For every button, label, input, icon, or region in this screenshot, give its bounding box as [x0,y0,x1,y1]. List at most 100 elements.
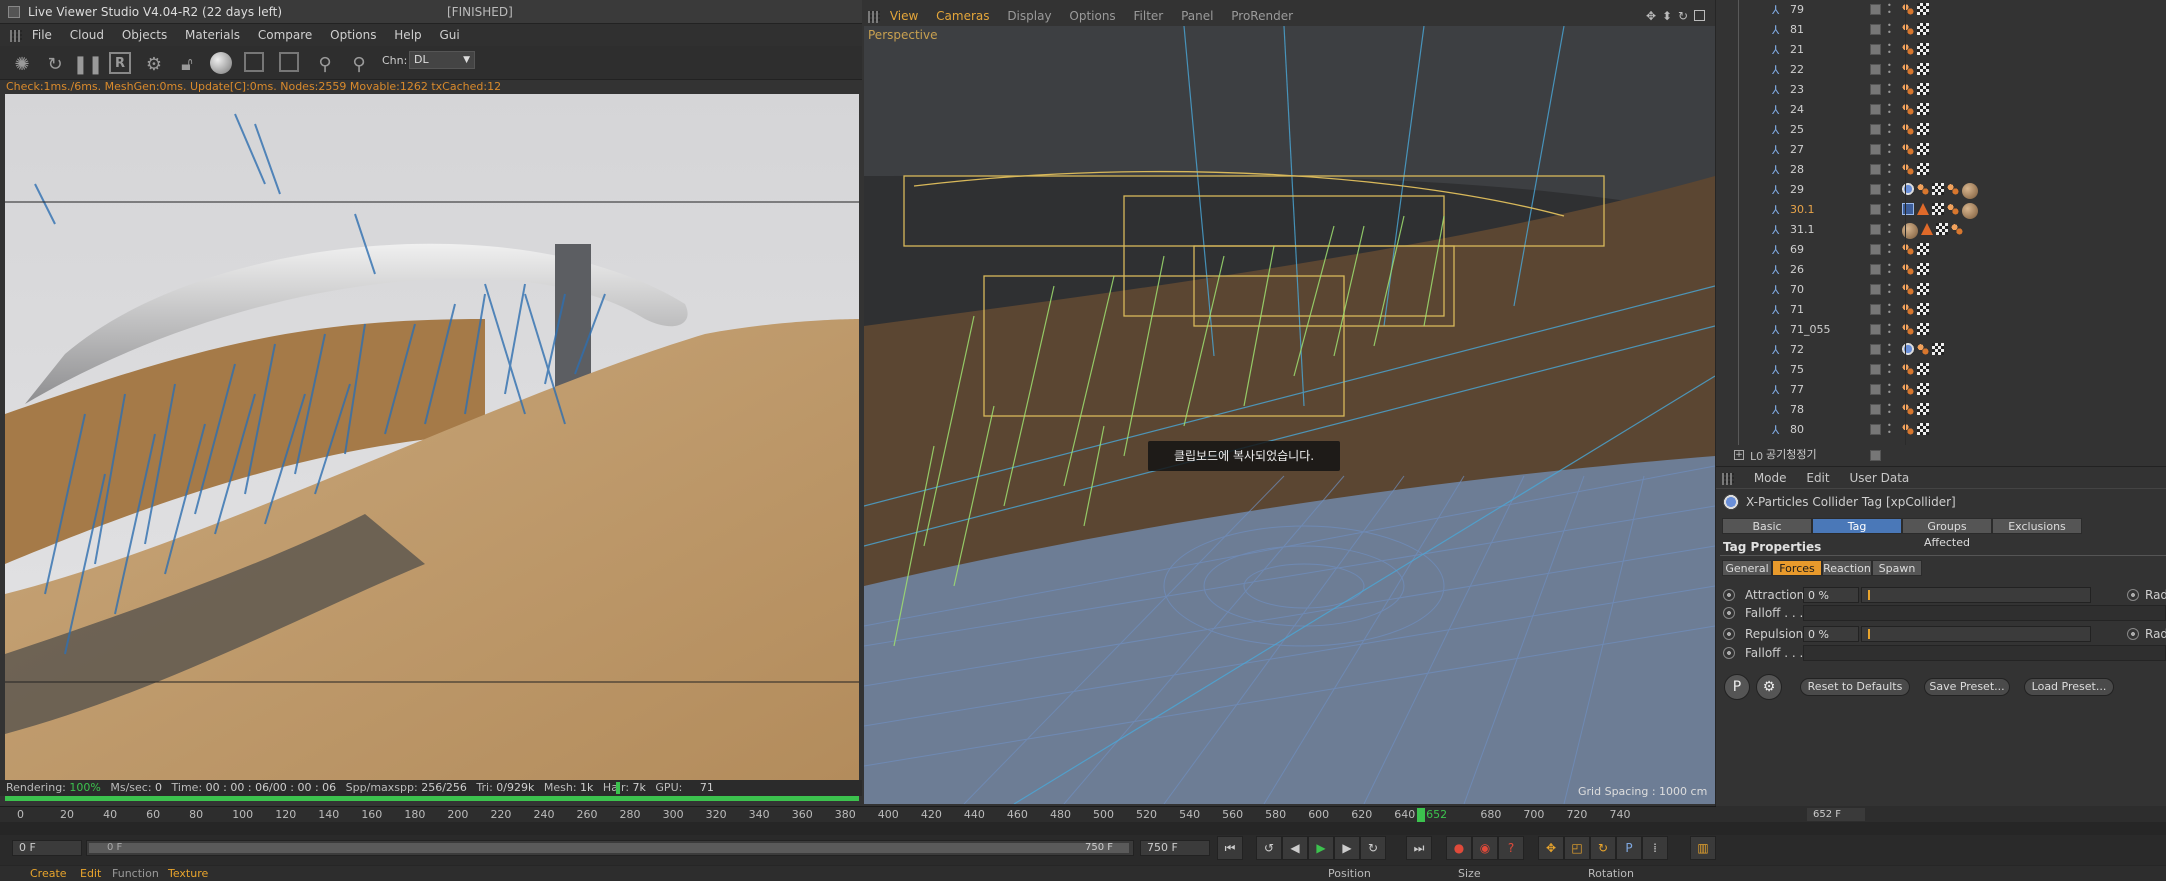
object-row[interactable]: ⅄ 81 • • [1716,20,2166,40]
orange-tag-icon[interactable] [1917,183,1929,195]
visibility-toggle[interactable] [1870,124,1881,135]
reset-defaults-button[interactable]: Reset to Defaults [1800,678,1910,696]
key-rotation-icon[interactable]: ↻ [1590,836,1616,860]
render-view[interactable] [5,94,859,780]
timeline-ruler[interactable]: 0 20 40 60 80 100 120 140 160 180 200 220 240 260 280 3… [0,806,1716,822]
object-row[interactable]: ⅄ 77 • • [1716,380,2166,400]
material-sphere-icon[interactable] [210,52,232,74]
key-pla-icon[interactable]: ⁞ [1642,836,1668,860]
render-visibility-dots[interactable]: • • [1887,142,1893,157]
object-row[interactable]: ⅄ 29 • • [1716,180,2166,200]
menu-gui[interactable]: Gui [439,28,459,42]
gear-icon[interactable]: ⚙ [142,52,166,76]
check-tag-icon[interactable] [1932,183,1944,195]
object-row[interactable]: ⅄ 71 • • [1716,300,2166,320]
object-row[interactable]: ⅄ 72 • • [1716,340,2166,360]
window-menu-icon[interactable] [8,6,20,18]
check-tag-icon[interactable] [1932,203,1944,215]
animate-radio[interactable] [1723,589,1735,601]
animate-radio[interactable] [1723,628,1735,640]
check-tag-icon[interactable] [1917,423,1929,435]
frame-small-icon[interactable] [279,52,299,72]
play-icon[interactable]: ▶ [1308,836,1334,860]
object-row[interactable]: ⅄ 27 • • [1716,140,2166,160]
render-visibility-dots[interactable]: • • [1887,22,1893,37]
render-visibility-dots[interactable]: • • [1887,362,1893,377]
object-row[interactable]: ⅄ 21 • • [1716,40,2166,60]
render-visibility-dots[interactable]: • • [1887,422,1893,437]
menu-user-data[interactable]: User Data [1849,471,1909,485]
ball-tag-icon[interactable] [1962,183,1978,199]
check-tag-icon[interactable] [1917,363,1929,375]
check-tag-icon[interactable] [1936,223,1948,235]
frame-icon[interactable] [244,52,264,72]
menu-mode[interactable]: Mode [1754,471,1787,485]
check-tag-icon[interactable] [1917,43,1929,55]
render-visibility-dots[interactable]: • • [1887,42,1893,57]
end-frame-field[interactable]: 750 F [1140,840,1210,856]
check-tag-icon[interactable] [1917,23,1929,35]
object-row[interactable]: ⅄ 22 • • [1716,60,2166,80]
menu-cloud[interactable]: Cloud [70,28,104,42]
visibility-toggle[interactable] [1870,344,1881,355]
render-visibility-dots[interactable]: • • [1887,302,1893,317]
pick-focus-icon[interactable]: ⚲ [347,52,371,76]
render-visibility-dots[interactable]: • • [1887,262,1893,277]
menu-texture[interactable]: Texture [168,866,208,881]
object-row[interactable]: ⅄ 69 • • [1716,240,2166,260]
key-scale-icon[interactable]: ◰ [1564,836,1590,860]
render-visibility-dots[interactable]: • • [1887,82,1893,97]
pick-material-icon[interactable]: ⚲ [313,52,337,76]
render-visibility-dots[interactable]: • • [1887,2,1893,17]
orange-tag-icon[interactable] [1902,103,1914,115]
xp-tag-icon[interactable] [1902,343,1914,355]
menu-options[interactable]: Options [1069,9,1115,23]
object-row[interactable]: ⅄ 78 • • [1716,400,2166,420]
previous-frame-icon[interactable]: ◀ [1282,836,1308,860]
render-visibility-dots[interactable]: • • [1887,322,1893,337]
visibility-toggle[interactable] [1870,364,1881,375]
render-visibility-dots[interactable]: • • [1887,222,1893,237]
tri-tag-icon[interactable] [1917,203,1929,215]
timeline-layout-icon[interactable]: ▥ [1690,836,1716,860]
orange-tag-icon[interactable] [1902,403,1914,415]
region-render-icon[interactable]: R [109,52,131,74]
orange-tag-icon[interactable] [1902,323,1914,335]
orange-tag-icon[interactable] [1902,83,1914,95]
rotate-view-icon[interactable]: ↻ [1678,6,1688,26]
start-frame-field[interactable]: 0 F [12,840,82,856]
go-to-end-icon[interactable]: ⏭ [1406,836,1432,860]
orange-tag-icon[interactable] [1902,423,1914,435]
visibility-toggle[interactable] [1870,304,1881,315]
visibility-toggle[interactable] [1870,144,1881,155]
xpsel-tag-icon[interactable] [1902,203,1914,215]
expand-icon[interactable]: + [1734,450,1744,460]
visibility-toggle[interactable] [1870,24,1881,35]
visibility-toggle[interactable] [1870,84,1881,95]
object-row[interactable]: ⅄ 71_055 • • [1716,320,2166,340]
menu-prorender[interactable]: ProRender [1231,9,1293,23]
repulsion-slider-knob[interactable] [1868,629,1870,639]
menu-panel[interactable]: Panel [1181,9,1213,23]
load-preset-button[interactable]: Load Preset... [2024,678,2114,696]
falloff-field[interactable] [1803,605,2166,621]
repulsion-field[interactable]: 0 % [1803,626,1859,642]
menu-options[interactable]: Options [330,28,376,42]
autokey-icon[interactable]: ◉ [1472,836,1498,860]
menu-file[interactable]: File [32,28,52,42]
lock-icon[interactable]: 🔓︎ [175,52,199,76]
orange-tag-icon[interactable] [1951,223,1963,235]
render-visibility-dots[interactable]: • • [1887,342,1893,357]
object-row[interactable]: ⅄ 23 • • [1716,80,2166,100]
menu-function[interactable]: Function [112,866,159,881]
menu-objects[interactable]: Objects [122,28,167,42]
settings-gear-icon[interactable]: ✺ [10,52,34,76]
visibility-toggle[interactable] [1870,450,1881,461]
visibility-toggle[interactable] [1870,244,1881,255]
render-visibility-dots[interactable]: • • [1887,202,1893,217]
orange-tag-icon[interactable] [1902,43,1914,55]
object-row[interactable]: ⅄ 25 • • [1716,120,2166,140]
menu-edit[interactable]: Edit [80,866,101,881]
orange-tag-icon[interactable] [1902,163,1914,175]
pause-icon[interactable]: ❚❚ [73,52,103,76]
